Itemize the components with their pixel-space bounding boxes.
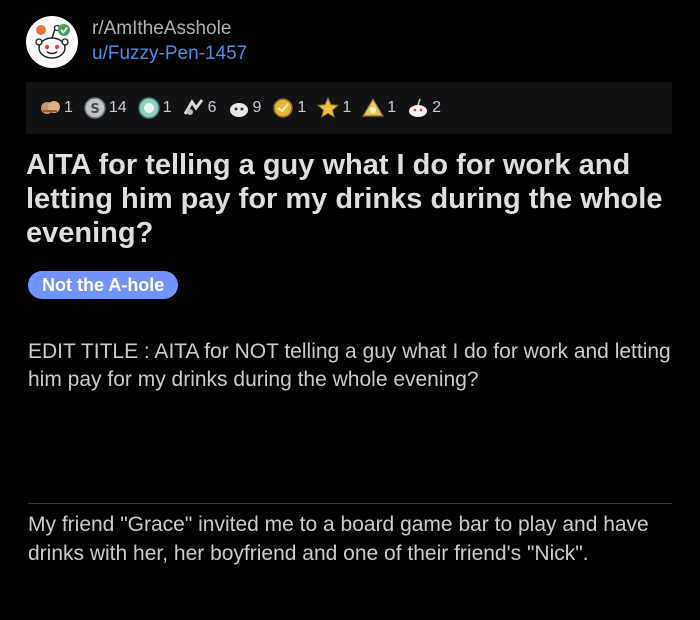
author-link[interactable]: u/Fuzzy-Pen-1457 bbox=[92, 41, 247, 67]
wholesome-award-icon bbox=[137, 97, 160, 119]
award-count: 1 bbox=[342, 99, 352, 116]
award-count: 2 bbox=[432, 99, 442, 116]
platinum-award-icon bbox=[362, 97, 385, 117]
post-edit-note: EDIT TITLE : AITA for NOT telling a guy … bbox=[28, 340, 671, 391]
star-award-icon bbox=[317, 96, 340, 119]
silver-coin-icon: S bbox=[84, 97, 106, 119]
helpful-award-icon bbox=[183, 99, 203, 115]
award-item[interactable]: 2 bbox=[406, 96, 441, 120]
gold-award-icon bbox=[273, 98, 294, 118]
award-item[interactable]: 1 bbox=[137, 96, 172, 120]
award-count: 1 bbox=[387, 99, 397, 116]
awards-bar[interactable]: 1 S 14 1 6 9 1 1 1 2 bbox=[26, 82, 672, 134]
hands-award-icon bbox=[41, 101, 60, 114]
award-count: 1 bbox=[64, 99, 73, 116]
award-item[interactable]: S 14 bbox=[83, 96, 127, 120]
subreddit-avatar[interactable] bbox=[26, 16, 78, 68]
award-item[interactable]: 1 bbox=[316, 96, 351, 120]
award-item[interactable]: 6 bbox=[182, 96, 217, 120]
award-item[interactable]: 9 bbox=[227, 96, 262, 120]
svg-text:S: S bbox=[90, 102, 99, 117]
snoo-icon bbox=[35, 24, 70, 59]
post-body: My friend "Grace" invited me to a board … bbox=[28, 513, 649, 565]
award-item[interactable]: 1 bbox=[38, 96, 73, 120]
divider bbox=[28, 503, 672, 504]
award-count: 14 bbox=[108, 99, 127, 116]
award-item[interactable]: 1 bbox=[361, 96, 396, 120]
cake-award-icon bbox=[409, 98, 428, 117]
post-title: AITA for telling a guy what I do for wor… bbox=[26, 149, 663, 249]
post-flair[interactable]: Not the A-hole bbox=[28, 271, 179, 299]
award-count: 1 bbox=[297, 99, 307, 116]
snoo-award-icon bbox=[229, 103, 248, 117]
award-count: 9 bbox=[252, 99, 262, 116]
award-count: 1 bbox=[162, 99, 172, 116]
post-header: r/AmItheAsshole u/Fuzzy-Pen-1457 bbox=[26, 14, 247, 70]
award-count: 6 bbox=[207, 99, 217, 116]
subreddit-name[interactable]: r/AmItheAsshole bbox=[92, 17, 247, 41]
award-item[interactable]: 1 bbox=[271, 96, 306, 120]
